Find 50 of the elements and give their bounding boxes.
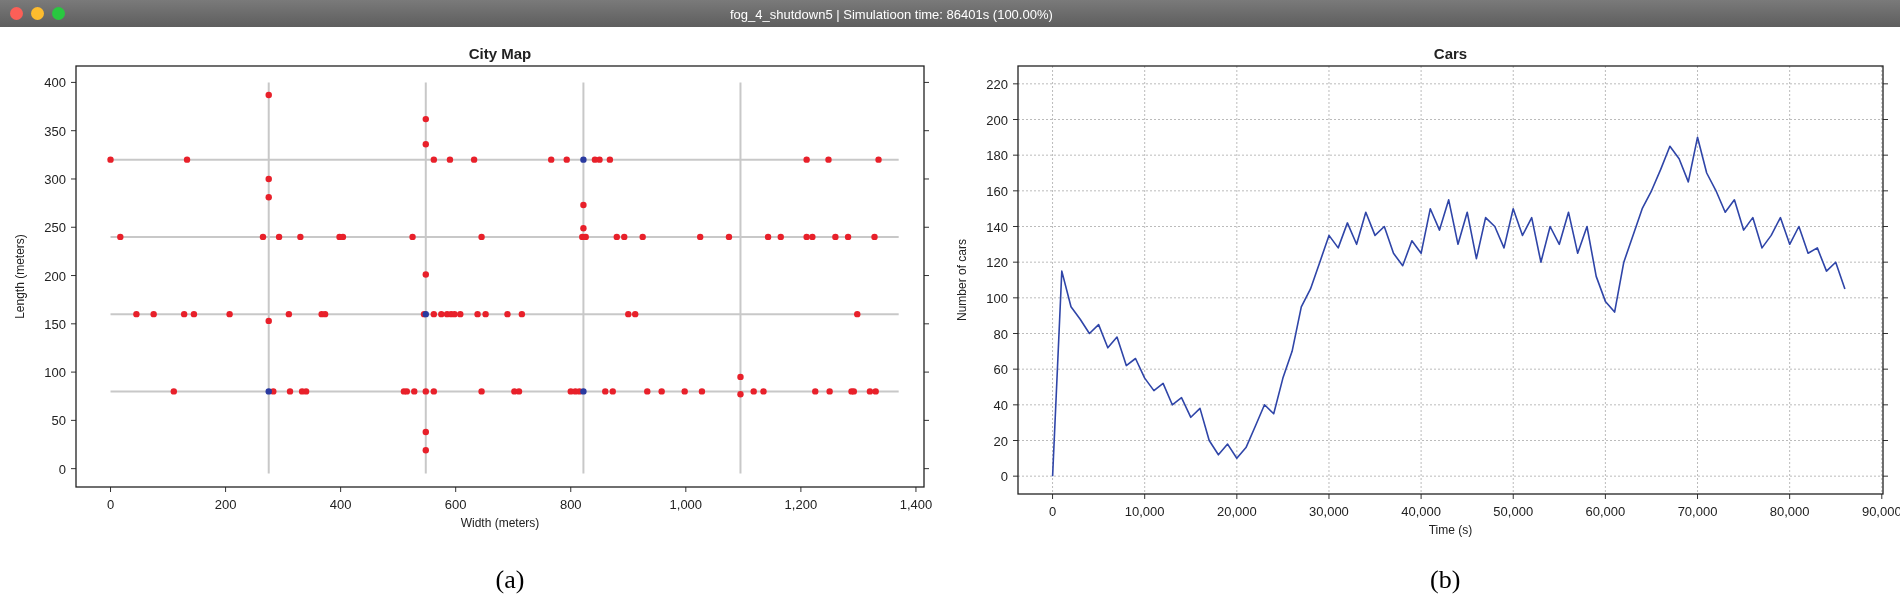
axis-tick-label: 150 — [44, 316, 66, 332]
axis-tick-label: 80,000 — [1769, 504, 1810, 519]
axis-tick-label: 140 — [986, 219, 1008, 235]
axis-tick-label: 200 — [44, 268, 66, 284]
axis-tick-label: 1,000 — [669, 497, 703, 512]
axis-tick-label: 250 — [44, 220, 66, 236]
y-axis-label: Number of cars — [955, 239, 969, 321]
axis-tick-label: 350 — [44, 123, 66, 139]
x-axis-label: Time (s) — [1428, 523, 1473, 537]
axis-tick-label: 80 — [993, 326, 1008, 342]
y-axis-label: Length (meters) — [13, 234, 27, 319]
window-title: fog_4_shutdown5 | Simulatioon time: 86401s (100.00%) — [730, 6, 1053, 24]
axis-tick-label: 20 — [993, 433, 1008, 449]
axis-tick-label: 10,000 — [1124, 504, 1165, 519]
zoom-button[interactable] — [52, 7, 65, 20]
close-button[interactable] — [10, 7, 23, 20]
axis-tick-label: 300 — [44, 171, 66, 187]
axis-tick-label: 400 — [44, 75, 66, 91]
axis-tick-label: 20,000 — [1216, 504, 1257, 519]
axis-tick-label: 0 — [106, 497, 115, 512]
axis-tick-label: 60 — [993, 362, 1008, 378]
x-axis-label: Width (meters) — [460, 516, 540, 530]
axis-tick-label: 1,200 — [784, 497, 818, 512]
figure-caption: (a) — [495, 563, 525, 596]
axis-tick-label: 100 — [44, 365, 66, 381]
axis-tick-label: 70,000 — [1677, 504, 1718, 519]
chart-title: City Map — [468, 45, 532, 62]
axis-tick-label: 60,000 — [1585, 504, 1626, 519]
axis-tick-label: 0 — [1000, 469, 1008, 485]
axis-tick-label: 180 — [986, 148, 1008, 164]
axis-tick-label: 400 — [329, 497, 352, 512]
axis-tick-label: 600 — [444, 497, 467, 512]
axis-tick-label: 50,000 — [1493, 504, 1534, 519]
figure-caption: (b) — [1430, 563, 1461, 596]
axis-tick-label: 0 — [1048, 504, 1057, 519]
axis-tick-label: 30,000 — [1309, 504, 1349, 519]
chart-title: Cars — [1433, 45, 1468, 62]
axis-tick-label: 1,400 — [899, 497, 933, 512]
axis-tick-label: 160 — [986, 183, 1008, 199]
axis-tick-label: 800 — [559, 497, 582, 512]
axis-tick-label: 40,000 — [1401, 504, 1441, 519]
axis-tick-label: 200 — [214, 497, 237, 512]
axis-tick-label: 120 — [986, 255, 1008, 271]
axis-tick-label: 50 — [51, 413, 66, 429]
axis-tick-label: 220 — [986, 76, 1008, 92]
minimize-button[interactable] — [31, 7, 44, 20]
axis-tick-label: 0 — [58, 461, 66, 477]
axis-tick-label: 40 — [993, 397, 1008, 413]
axis-tick-label: 200 — [986, 112, 1008, 128]
axis-tick-label: 100 — [986, 290, 1008, 306]
